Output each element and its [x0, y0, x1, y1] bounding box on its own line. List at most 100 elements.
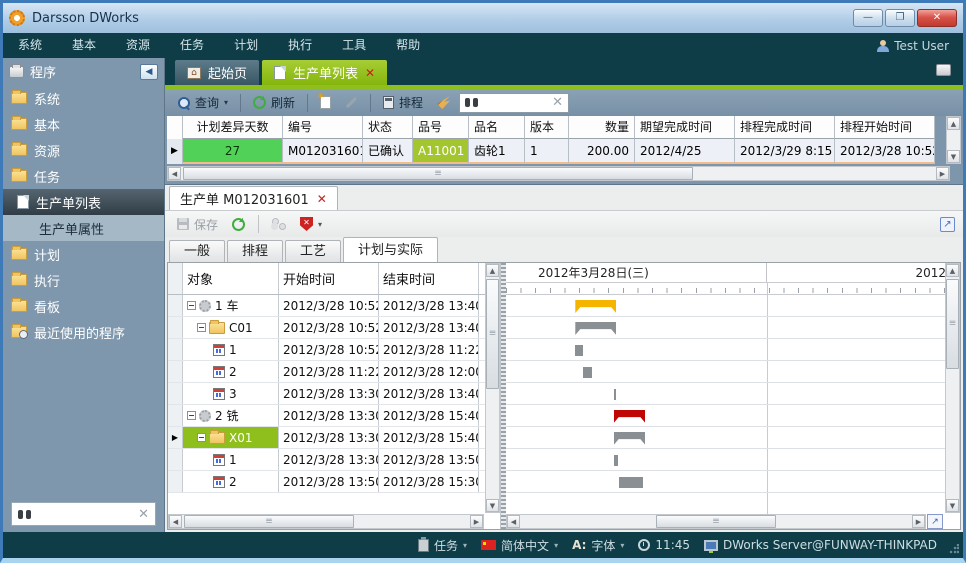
col-status[interactable]: 状态: [363, 116, 413, 139]
tab-general[interactable]: 一般: [169, 240, 225, 262]
sidebar-item-production-order-list[interactable]: 生产单列表: [3, 189, 164, 215]
tree-expander[interactable]: [197, 433, 206, 442]
grid-data-row[interactable]: ▶ 27 M012031601 已确认 A11001 齿轮1 1 200.00 …: [167, 139, 950, 164]
col-object[interactable]: 对象: [183, 263, 279, 294]
col-code[interactable]: 编号: [283, 116, 363, 139]
col-end-time[interactable]: 结束时间: [379, 263, 479, 294]
collapse-sidebar-button[interactable]: ◀: [140, 64, 158, 80]
tree-row[interactable]: 3 2012/3/28 13:30 2012/3/28 13:40: [168, 383, 500, 405]
scrollbar-thumb[interactable]: [946, 279, 959, 369]
detail-tab[interactable]: 生产单 M012031601 ✕: [169, 186, 338, 210]
tree-expander[interactable]: [187, 301, 196, 310]
close-tab-icon[interactable]: ✕: [365, 66, 375, 80]
gantt-bar[interactable]: [614, 432, 646, 445]
sidebar-search-input[interactable]: [37, 507, 132, 521]
sidebar-item-execute[interactable]: 执行: [3, 267, 164, 293]
scrollbar-thumb[interactable]: [486, 279, 499, 389]
scrollbar-thumb[interactable]: [183, 167, 693, 180]
gantt-popout-button[interactable]: ↗: [927, 514, 943, 529]
sidebar-item-resource[interactable]: 资源: [3, 137, 164, 163]
scroll-left-arrow[interactable]: ◀: [169, 515, 182, 528]
tree-row[interactable]: 1 2012/3/28 13:30 2012/3/28 13:50: [168, 449, 500, 471]
new-button[interactable]: [315, 94, 336, 111]
schedule-button[interactable]: 排程: [378, 92, 428, 113]
popout-icon[interactable]: ↗: [940, 217, 955, 232]
grid-h-scrollbar[interactable]: ◀ ▶: [167, 166, 950, 181]
clear-search-icon[interactable]: ✕: [138, 507, 149, 522]
col-plan-diff-days[interactable]: 计划差异天数: [183, 116, 283, 139]
save-button[interactable]: 保存: [173, 214, 222, 235]
tab-process[interactable]: 工艺: [285, 240, 341, 262]
scroll-right-arrow[interactable]: ▶: [936, 167, 949, 180]
gantt-h-scrollbar[interactable]: ◀ ▶: [506, 514, 926, 529]
tree-expander[interactable]: [187, 411, 196, 420]
gantt-bar[interactable]: [614, 455, 619, 466]
tree-row[interactable]: 1 车 2012/3/28 10:52 2012/3/28 13:40: [168, 295, 500, 317]
tree-row-selected[interactable]: ▶ X01 2012/3/28 13:30 2012/3/28 15:40: [168, 427, 500, 449]
sidebar-item-system[interactable]: 系统: [3, 85, 164, 111]
col-start-time[interactable]: 开始时间: [279, 263, 379, 294]
scroll-up-arrow[interactable]: ▲: [486, 264, 499, 277]
col-version[interactable]: 版本: [525, 116, 569, 139]
clean-button[interactable]: [432, 94, 455, 111]
refresh-detail-button[interactable]: [228, 216, 249, 233]
tree-row[interactable]: 2 2012/3/28 11:22 2012/3/28 12:00: [168, 361, 500, 383]
gantt-bar[interactable]: [583, 367, 592, 378]
edit-button[interactable]: [340, 99, 363, 106]
gantt-bar[interactable]: [614, 410, 646, 423]
tab-production-order-list[interactable]: 生产单列表 ✕: [262, 60, 387, 85]
scroll-right-arrow[interactable]: ▶: [470, 515, 483, 528]
tree-expander[interactable]: [197, 323, 206, 332]
menu-tools[interactable]: 工具: [327, 33, 381, 58]
flow-button[interactable]: [268, 216, 290, 232]
scroll-down-arrow[interactable]: ▼: [486, 499, 499, 512]
scroll-right-arrow[interactable]: ▶: [912, 515, 925, 528]
col-item-no[interactable]: 品号: [413, 116, 469, 139]
sidebar-item-basic[interactable]: 基本: [3, 111, 164, 137]
tree-h-scrollbar[interactable]: ◀ ▶: [168, 514, 484, 529]
restore-button[interactable]: ❐: [885, 9, 915, 27]
status-font-selector[interactable]: A: 字体 ▾: [572, 537, 624, 554]
current-user[interactable]: Test User: [877, 39, 949, 53]
refresh-button[interactable]: 刷新: [248, 92, 300, 113]
tab-schedule[interactable]: 排程: [227, 240, 283, 262]
sidebar-item-task[interactable]: 任务: [3, 163, 164, 189]
col-expect-finish[interactable]: 期望完成时间: [635, 116, 735, 139]
gantt-bar[interactable]: [575, 345, 582, 356]
detail-v-scrollbar[interactable]: ▲ ▼: [945, 263, 960, 513]
menu-system[interactable]: 系统: [3, 33, 57, 58]
scroll-down-arrow[interactable]: ▼: [946, 499, 959, 512]
clear-search-icon[interactable]: ✕: [552, 95, 563, 110]
status-language-selector[interactable]: 简体中文 ▾: [481, 537, 558, 554]
scroll-down-arrow[interactable]: ▼: [947, 150, 960, 163]
tree-row[interactable]: 1 2012/3/28 10:52 2012/3/28 11:22: [168, 339, 500, 361]
menu-resource[interactable]: 资源: [111, 33, 165, 58]
close-detail-tab-icon[interactable]: ✕: [317, 192, 327, 206]
menu-plan[interactable]: 计划: [219, 33, 273, 58]
close-button[interactable]: ✕: [917, 9, 957, 27]
scroll-up-arrow[interactable]: ▲: [947, 117, 960, 130]
sidebar-item-recent-programs[interactable]: 最近使用的程序: [3, 319, 164, 345]
tab-plan-vs-actual[interactable]: 计划与实际: [343, 237, 438, 262]
gantt-bar[interactable]: [614, 389, 617, 400]
scroll-left-arrow[interactable]: ◀: [168, 167, 181, 180]
menu-basic[interactable]: 基本: [57, 33, 111, 58]
status-task-selector[interactable]: 任务 ▾: [418, 537, 467, 554]
tree-row[interactable]: 2 铣 2012/3/28 13:30 2012/3/28 15:40: [168, 405, 500, 427]
scroll-left-arrow[interactable]: ◀: [507, 515, 520, 528]
query-button[interactable]: 查询 ▾: [173, 92, 233, 113]
gantt-bar[interactable]: [619, 477, 643, 488]
tab-start-page[interactable]: ⌂ 起始页: [175, 60, 259, 85]
scrollbar-thumb[interactable]: [656, 515, 776, 528]
gantt-bar[interactable]: [575, 300, 616, 313]
tree-row[interactable]: C01 2012/3/28 10:52 2012/3/28 13:40: [168, 317, 500, 339]
col-sched-finish[interactable]: 排程完成时间: [735, 116, 835, 139]
col-sched-start[interactable]: 排程开始时间: [835, 116, 935, 139]
sidebar-item-plan[interactable]: 计划: [3, 241, 164, 267]
scroll-up-arrow[interactable]: ▲: [946, 264, 959, 277]
gantt-bar[interactable]: [575, 322, 616, 335]
tree-row[interactable]: 2 2012/3/28 13:50 2012/3/28 15:30: [168, 471, 500, 493]
window-list-icon[interactable]: [936, 64, 951, 76]
menu-help[interactable]: 帮助: [381, 33, 435, 58]
menu-task[interactable]: 任务: [165, 33, 219, 58]
